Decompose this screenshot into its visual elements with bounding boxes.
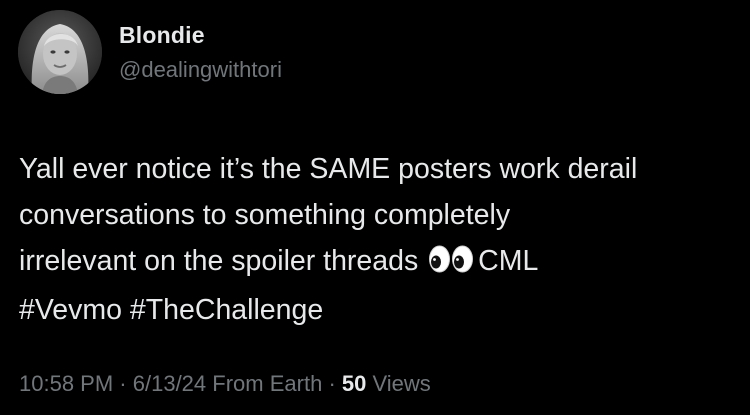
meta-separator: · xyxy=(328,371,336,396)
tweet-source: From Earth xyxy=(212,371,323,396)
username-handle[interactable]: @dealingwithtori xyxy=(119,57,282,83)
timestamp-date[interactable]: 6/13/24 xyxy=(133,371,206,396)
tweet-text-segment: CML xyxy=(478,245,539,277)
tweet-text-line-with-emoji: irrelevant on the spoiler threads CML xyxy=(19,238,739,287)
hashtag-line: #Vevmo #TheChallenge xyxy=(19,287,739,333)
avatar[interactable] xyxy=(18,10,102,94)
hashtag-link[interactable]: #TheChallenge xyxy=(130,294,323,326)
tweet-text: Yall ever notice it’s the SAME posters w… xyxy=(19,146,739,333)
tweet-text-line: conversations to something completely xyxy=(19,199,511,231)
tweet-card: Blondie @dealingwithtori Yall ever notic… xyxy=(0,0,750,415)
tweet-text-line: Yall ever notice it’s the SAME posters w… xyxy=(19,153,638,185)
hashtag-link[interactable]: #Vevmo xyxy=(19,294,122,326)
tweet-metadata: 10:58 PM · 6/13/24 From Earth · 50 Views xyxy=(19,371,431,397)
views-label[interactable]: Views xyxy=(373,371,431,396)
timestamp-time[interactable]: 10:58 PM xyxy=(19,371,113,396)
display-name[interactable]: Blondie xyxy=(119,22,205,49)
views-count[interactable]: 50 xyxy=(342,371,366,396)
meta-separator: · xyxy=(119,371,127,396)
tweet-text-segment: irrelevant on the spoiler threads xyxy=(19,245,419,277)
profile-photo-icon xyxy=(18,10,102,94)
eyes-emoji-icon xyxy=(428,241,474,287)
